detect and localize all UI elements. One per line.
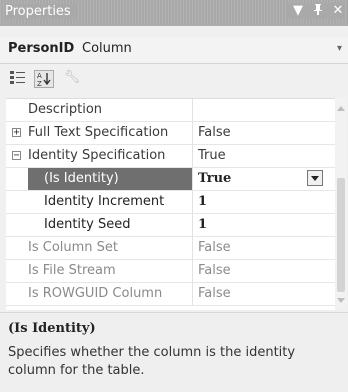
close-icon[interactable]: ✕ <box>332 3 344 19</box>
object-name: PersonID <box>8 41 75 56</box>
properties-panel: Properties ▼ ✕ PersonID Column ▾ A Z 🔧︎ … <box>0 0 348 392</box>
row-gutter <box>6 99 28 121</box>
collapse-icon[interactable]: − <box>12 151 21 161</box>
property-row[interactable]: Is Column Set False <box>6 237 335 260</box>
row-gutter: − <box>6 145 28 167</box>
property-pages-button[interactable]: 🔧︎ <box>62 70 82 88</box>
scroll-down-icon[interactable] <box>337 298 345 303</box>
property-value[interactable]: True <box>198 145 308 167</box>
row-gutter <box>6 283 28 305</box>
column-divider <box>192 99 193 121</box>
column-divider <box>192 214 193 236</box>
property-name: (Is Identity) <box>28 168 192 190</box>
property-row[interactable]: Is ROWGUID Column False <box>6 283 335 306</box>
row-gutter <box>6 260 28 282</box>
property-row[interactable]: (Is Identity) True <box>6 168 335 191</box>
property-row[interactable]: − Identity Specification True <box>6 145 335 168</box>
categorized-icon <box>10 71 25 84</box>
object-type: Column <box>82 41 132 56</box>
property-value[interactable]: False <box>198 283 308 305</box>
row-gutter: + <box>6 122 28 144</box>
description-text: Specifies whether the column is the iden… <box>8 345 296 378</box>
value-dropdown-button[interactable] <box>307 170 323 186</box>
scroll-up-icon[interactable] <box>337 106 345 111</box>
column-divider <box>192 191 193 213</box>
column-divider <box>192 168 193 190</box>
description-title: (Is Identity) <box>8 321 96 336</box>
vertical-scrollbar[interactable] <box>335 98 347 309</box>
property-name: Identity Seed <box>44 217 131 232</box>
row-gutter <box>6 237 28 259</box>
object-selector[interactable]: PersonID Column ▾ <box>0 37 348 64</box>
property-row[interactable]: Description <box>6 99 335 122</box>
row-gutter <box>6 168 28 190</box>
description-pane: (Is Identity) Specifies whether the colu… <box>0 312 348 392</box>
pin-icon[interactable] <box>312 3 324 19</box>
property-name: Full Text Specification <box>28 125 169 140</box>
property-value[interactable] <box>198 99 308 121</box>
column-divider <box>192 283 193 305</box>
title-bar: Properties ▼ ✕ <box>0 0 348 26</box>
property-name: Is Column Set <box>28 240 119 255</box>
expand-icon[interactable]: + <box>12 128 21 138</box>
property-name: Identity Increment <box>44 194 165 209</box>
row-gutter <box>6 214 28 236</box>
property-value[interactable]: 1 <box>198 191 308 213</box>
column-divider <box>192 145 193 167</box>
svg-text:A: A <box>37 72 42 80</box>
dropdown-icon[interactable]: ▼ <box>292 3 304 19</box>
property-value[interactable]: False <box>198 237 308 259</box>
property-value[interactable]: False <box>198 260 308 282</box>
alphabetical-icon: A Z <box>37 72 51 88</box>
property-name: Is File Stream <box>28 263 116 278</box>
categorized-button[interactable] <box>9 70 29 88</box>
column-divider <box>192 237 193 259</box>
scroll-thumb[interactable] <box>337 178 345 292</box>
alphabetical-button[interactable]: A Z <box>34 70 54 88</box>
row-gutter <box>6 191 28 213</box>
property-name: Description <box>28 102 103 117</box>
property-row[interactable]: Identity Increment 1 <box>6 191 335 214</box>
property-value[interactable]: 1 <box>198 214 308 236</box>
property-row[interactable]: Is File Stream False <box>6 260 335 283</box>
panel-title: Properties <box>5 4 77 19</box>
property-value[interactable]: False <box>198 122 308 144</box>
property-name: Is ROWGUID Column <box>28 286 163 301</box>
property-name: Identity Specification <box>28 148 166 163</box>
chevron-down-icon[interactable]: ▾ <box>337 43 342 54</box>
column-divider <box>192 122 193 144</box>
column-divider <box>192 260 193 282</box>
title-bar-icons: ▼ ✕ <box>286 3 344 19</box>
property-row[interactable]: Identity Seed 1 <box>6 214 335 237</box>
property-row[interactable]: + Full Text Specification False <box>6 122 335 145</box>
property-value[interactable]: True <box>198 168 308 190</box>
wrench-icon: 🔧︎ <box>63 70 81 85</box>
toolbar: A Z 🔧︎ <box>0 66 348 93</box>
property-grid[interactable]: Description + Full Text Specification False… <box>6 98 335 310</box>
svg-text:Z: Z <box>37 80 42 87</box>
